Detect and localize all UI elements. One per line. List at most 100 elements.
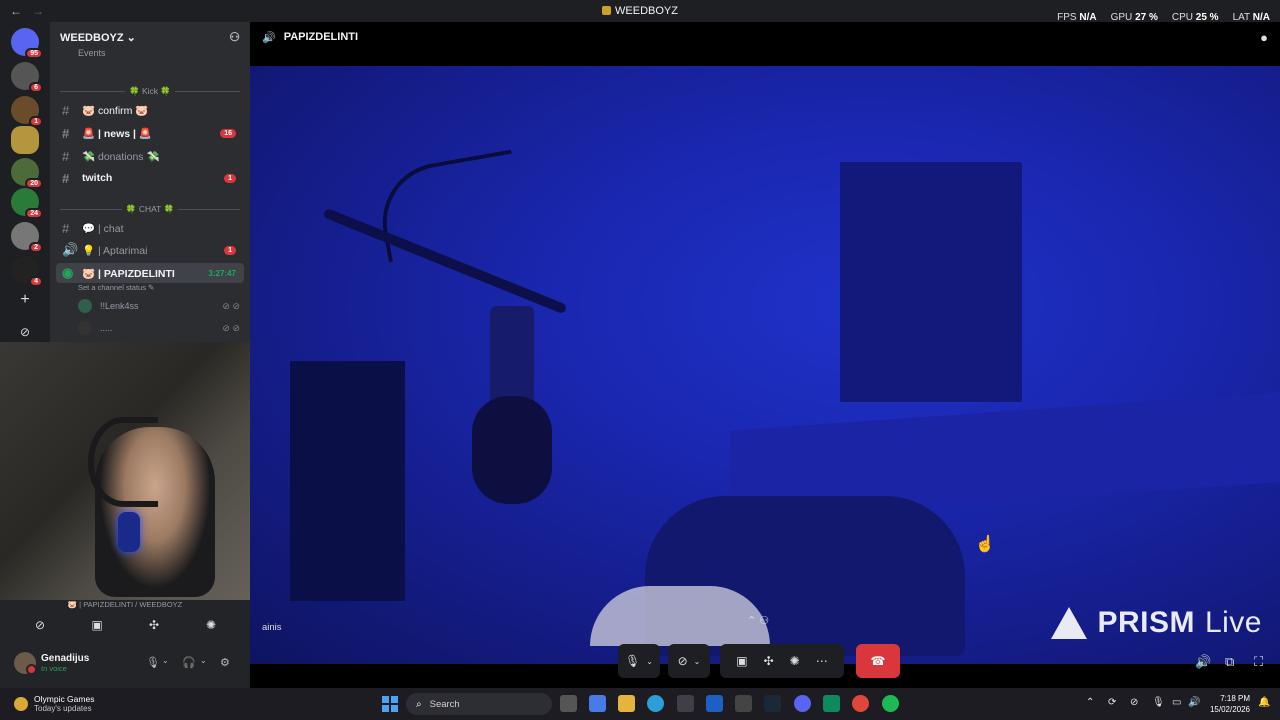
file-explorer-icon[interactable] (618, 695, 635, 712)
app-icon[interactable] (823, 695, 840, 712)
notification-bell-icon[interactable]: 🔔 (1258, 697, 1270, 708)
news-widget[interactable]: Olympic Games Today's updates (14, 694, 94, 713)
user-name: Genadijus (41, 653, 90, 664)
headset-graphic (88, 417, 158, 507)
activities-icon[interactable]: ✣ (132, 612, 176, 638)
expand-participants-icon[interactable]: ⌃ ⚇ (747, 614, 769, 627)
chevron-up-icon[interactable]: ⌃ (1086, 697, 1094, 708)
screen-share-icon[interactable]: ▣ (736, 654, 747, 668)
muted-icons: ⊘ ⊘ (222, 300, 240, 311)
server-icon[interactable]: 24 (11, 188, 43, 219)
discord-home-icon[interactable]: 95 (11, 28, 43, 59)
hash-icon: # (62, 220, 70, 236)
voice-active-icon: ◉ (62, 265, 74, 280)
channel-news[interactable]: # 🚨 | news | 🚨 16 (56, 123, 244, 143)
chrome-icon[interactable] (852, 695, 869, 712)
store-icon[interactable] (677, 695, 694, 712)
add-server-icon[interactable]: + (11, 286, 39, 314)
copilot-icon[interactable] (589, 695, 606, 712)
channel-donations[interactable]: # 💸 donations 💸 (56, 146, 244, 166)
unread-badge: 1 (224, 245, 236, 255)
mic-tray-icon[interactable]: 🎙 (1152, 697, 1165, 708)
server-logo-icon (602, 6, 612, 15)
stream-stage: 🔊 PAPIZDELINTI ● PRISM Live ☝ ainis ⌃ ⚇ … (250, 22, 1280, 688)
soundboard-icon[interactable]: ✺ (189, 612, 233, 638)
stage-header: 🔊 PAPIZDELINTI ● (250, 22, 1280, 52)
chevron-down-icon[interactable]: ⌄ (162, 656, 169, 665)
channel-twitch[interactable]: # twitch 1 (56, 168, 244, 188)
fullscreen-icon[interactable]: ⛶ (1254, 654, 1263, 670)
volume-tray-icon[interactable]: 🔊 (1188, 697, 1200, 708)
voice-timer: 3:27:47 (208, 268, 236, 278)
channel-aptarimai[interactable]: 🔊 💡 | Aptarimai 1 (56, 240, 244, 260)
volume-icon[interactable]: 🔊 (1195, 654, 1211, 670)
app-icon[interactable] (735, 695, 752, 712)
server-icon[interactable]: 6 (11, 62, 43, 93)
mic-foam-shape (472, 396, 552, 504)
mic-toggle-button[interactable]: 🎙 ⌄ (618, 644, 660, 678)
user-area[interactable]: Genadijus In voice (14, 652, 90, 675)
category-chat[interactable]: 🍀 CHAT 🍀 (60, 204, 240, 215)
wifi-icon[interactable]: ▭ (1172, 697, 1181, 708)
headphones-icon[interactable]: 🎧 (182, 656, 196, 669)
invite-people-icon[interactable]: ⚇ (229, 30, 240, 44)
more-options-icon[interactable]: ⋯ (816, 654, 828, 668)
channel-status[interactable]: Set a channel status ✎ (78, 283, 154, 292)
category-kick[interactable]: 🍀 Kick 🍀 (60, 86, 241, 97)
server-icon[interactable]: 2 (11, 222, 43, 253)
server-icon-active[interactable] (11, 126, 39, 154)
discord-icon[interactable] (794, 695, 811, 712)
start-button[interactable] (382, 696, 398, 712)
task-view-icon[interactable] (560, 695, 577, 712)
widget-title: Olympic Games (34, 694, 95, 704)
disconnect-button[interactable]: ☎ (856, 644, 900, 678)
channel-chat[interactable]: # 💬 | chat (56, 218, 244, 238)
clock-time: 7:18 PM (1220, 694, 1250, 703)
clock[interactable]: 7:18 PM 15/02/2026 (1210, 693, 1250, 715)
server-badge: 6 (29, 82, 43, 93)
unread-badge: 1 (224, 173, 236, 183)
video-off-icon[interactable]: ⊘ (18, 612, 62, 638)
unread-badge: 16 (220, 128, 236, 138)
gear-icon[interactable]: ⚙ (220, 656, 230, 669)
stream-video[interactable]: PRISM Live ☝ (250, 66, 1280, 664)
windows-taskbar: Olympic Games Today's updates ⌕ Search ⌃ … (0, 688, 1280, 720)
voice-panel: 🐷 | PAPIZDELINTI / WEEDBOYZ ⊘ ▣ ✣ ✺ Gena… (0, 600, 250, 688)
server-list: 95 6 1 20 24 2 4 + ⊘ (0, 22, 50, 342)
speaker-icon: 🔊 (62, 242, 79, 257)
server-icon[interactable]: 20 (11, 158, 43, 189)
soundboard-icon[interactable]: ✺ (790, 654, 800, 668)
voice-user[interactable]: !!Lenk4ss ⊘ ⊘ (78, 297, 244, 315)
chevron-down-icon[interactable]: ⌄ (200, 656, 207, 665)
screen-share-icon[interactable]: ▣ (75, 612, 119, 638)
prism-brand: PRISM (1097, 606, 1195, 639)
chat-bubble-icon[interactable]: ● (1260, 30, 1268, 45)
sync-icon[interactable]: ⟳ (1108, 697, 1116, 708)
popout-icon[interactable]: ⧉ (1225, 654, 1234, 670)
edge-icon[interactable] (647, 695, 664, 712)
hash-icon: # (62, 125, 70, 141)
events-item[interactable]: Events (78, 48, 106, 58)
activities-icon[interactable]: ✣ (764, 654, 774, 668)
mic-icon[interactable]: 🎙 (146, 656, 160, 669)
search-box[interactable]: ⌕ Search (406, 693, 552, 715)
voice-user[interactable]: ..... ⊘ ⊘ (78, 319, 244, 337)
channel-confirm[interactable]: # 🐷 confirm 🐷 (56, 100, 244, 120)
steam-icon[interactable] (764, 695, 781, 712)
clock-date: 15/02/2026 (1209, 705, 1250, 714)
search-icon: ⌕ (416, 698, 422, 710)
action-group: ▣ ✣ ✺ ⋯ (720, 644, 844, 678)
channel-papizdelinti[interactable]: ◉ 🐷 | PAPIZDELINTI 3:27:47 (56, 263, 244, 283)
spotify-icon[interactable] (882, 695, 899, 712)
network-icon[interactable]: ⊘ (1130, 697, 1138, 708)
monitor-shape (840, 162, 1022, 402)
avatar (78, 321, 92, 335)
prism-live-watermark: PRISM Live (1051, 606, 1262, 640)
hash-icon: # (62, 170, 70, 186)
mail-icon[interactable] (706, 695, 723, 712)
title-bar: ← → WEEDBOYZ FPS N/A GPU 27 % CPU 25 % L… (0, 0, 1280, 23)
hash-icon: # (62, 102, 70, 118)
server-icon[interactable]: 1 (11, 96, 43, 127)
server-icon[interactable]: 4 (11, 256, 43, 287)
camera-toggle-button[interactable]: ⊘ ⌄ (668, 644, 710, 678)
